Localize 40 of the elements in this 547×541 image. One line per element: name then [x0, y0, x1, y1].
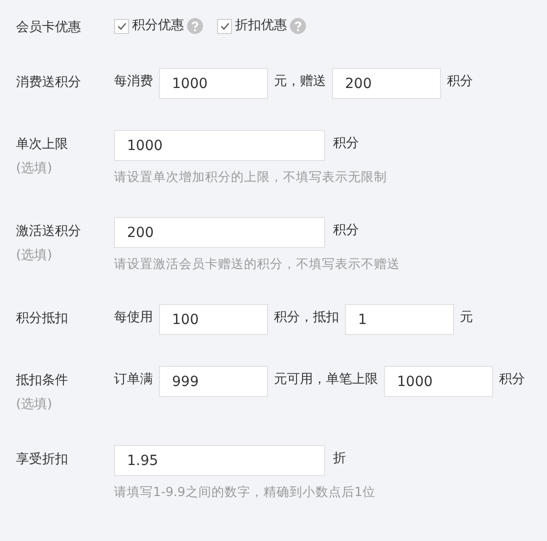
field-label: 会员卡优惠 — [16, 19, 81, 37]
input-field[interactable]: 1.95 — [114, 445, 325, 476]
check-icon — [116, 20, 128, 32]
input-field[interactable]: 200 — [114, 217, 325, 248]
optional-note: (选填) — [16, 396, 52, 414]
input-field[interactable]: 200 — [332, 68, 441, 99]
optional-note: (选填) — [16, 160, 52, 178]
unit-text: 折 — [333, 450, 346, 468]
check-icon — [218, 20, 230, 32]
checkbox[interactable] — [114, 18, 129, 34]
unit-text: 积分 — [499, 371, 525, 389]
input-field[interactable]: 1000 — [114, 130, 325, 161]
input-field[interactable]: 100 — [159, 304, 268, 335]
field-label: 抵扣条件 — [16, 372, 68, 390]
unit-text: 积分 — [333, 222, 359, 240]
unit-text: 积分，抵扣 — [274, 309, 339, 327]
input-field[interactable]: 999 — [159, 366, 268, 397]
hint-text: 请设置单次增加积分的上限，不填写表示无限制 — [114, 168, 387, 186]
checkbox-label[interactable]: 积分优惠 — [132, 17, 184, 35]
unit-text: 订单满 — [114, 371, 153, 389]
field-label: 享受折扣 — [16, 451, 68, 469]
unit-text: 元可用，单笔上限 — [274, 371, 378, 389]
input-field[interactable]: 1000 — [159, 68, 268, 99]
unit-text: 每消费 — [114, 73, 153, 91]
optional-note: (选填) — [16, 247, 52, 265]
field-label: 单次上限 — [16, 136, 68, 154]
field-label: 消费送积分 — [16, 74, 81, 92]
checkbox-label[interactable]: 折扣优惠 — [235, 17, 287, 35]
field-label: 激活送积分 — [16, 223, 81, 241]
unit-text: 积分 — [333, 135, 359, 153]
unit-text: 积分 — [447, 73, 473, 91]
hint-text: 请填写1-9.9之间的数字，精确到小数点后1位 — [114, 483, 376, 501]
checkbox[interactable] — [217, 18, 232, 34]
hint-text: 请设置激活会员卡赠送的积分，不填写表示不赠送 — [114, 255, 400, 273]
unit-text: 元 — [460, 309, 473, 327]
input-field[interactable]: 1 — [345, 304, 454, 335]
input-field[interactable]: 1000 — [384, 366, 493, 397]
unit-text: 元，赠送 — [274, 73, 326, 91]
unit-text: 每使用 — [114, 309, 153, 327]
field-label: 积分抵扣 — [16, 310, 68, 328]
